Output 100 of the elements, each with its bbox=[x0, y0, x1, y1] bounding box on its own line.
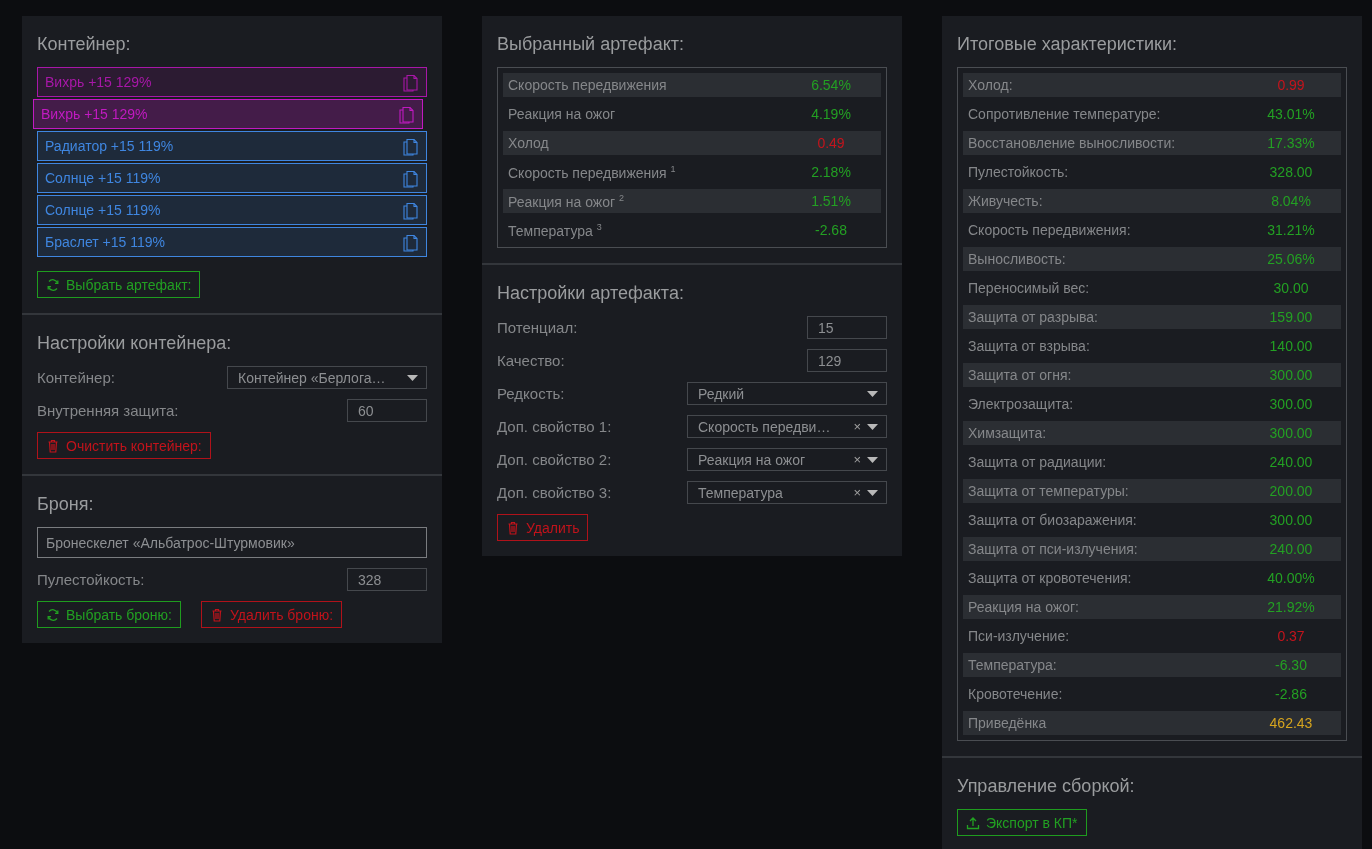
stat-label: Скорость передвижения: bbox=[968, 222, 1131, 238]
number-field[interactable]: 15 bbox=[807, 316, 887, 339]
dropdown[interactable]: Реакция на ожог × bbox=[687, 448, 887, 471]
clear-icon[interactable]: × bbox=[853, 485, 861, 500]
stat-value: 159.00 bbox=[1268, 309, 1314, 325]
stat-label: Защита от температуры: bbox=[968, 483, 1129, 499]
stat-label: Температура: bbox=[968, 657, 1057, 673]
clear-icon[interactable]: × bbox=[853, 452, 861, 467]
stat-label: Выносливость: bbox=[968, 251, 1066, 267]
trash-icon bbox=[210, 607, 224, 622]
field-label: Доп. свойство 2: bbox=[497, 451, 612, 468]
stat-label: Защита от взрыва: bbox=[968, 338, 1090, 354]
upload-icon bbox=[966, 815, 980, 830]
artifact-item[interactable]: Браслет +15 119% bbox=[37, 227, 427, 257]
stat-value: -2.68 bbox=[814, 222, 848, 238]
section-title: Выбранный артефакт: bbox=[497, 34, 685, 55]
stat-label: Приведёнка bbox=[968, 715, 1047, 731]
caret-icon bbox=[867, 390, 878, 397]
stat-label: Защита от разрыва: bbox=[968, 309, 1098, 325]
stat-value: 0.99 bbox=[1276, 77, 1306, 93]
artifact-item[interactable]: Солнце +15 119% bbox=[37, 195, 427, 225]
number-field[interactable]: 129 bbox=[807, 349, 887, 372]
caret-icon bbox=[407, 374, 418, 381]
delete-button[interactable]: Удалить bbox=[497, 514, 589, 541]
stat-value: 0.37 bbox=[1276, 628, 1306, 644]
clear-icon[interactable]: × bbox=[853, 419, 861, 434]
stat-value: 2.18% bbox=[810, 164, 852, 180]
field-label: Потенциал: bbox=[497, 319, 578, 336]
copy-icon[interactable] bbox=[402, 200, 420, 220]
artifact-item[interactable]: Радиатор +15 119% bbox=[37, 131, 427, 161]
stat-label: Реакция на ожог $^{2}$ bbox=[508, 192, 624, 210]
stat-label: Защита от кровотечения: bbox=[968, 570, 1132, 586]
copy-icon[interactable] bbox=[402, 72, 420, 92]
stat-value: 40.00% bbox=[1266, 570, 1316, 586]
copy-icon[interactable] bbox=[402, 136, 420, 156]
dropdown[interactable]: Температура × bbox=[687, 481, 887, 504]
artifact-item[interactable]: Солнце +15 119% bbox=[37, 163, 427, 193]
stat-label: Скорость передвижения $^{1}$ bbox=[508, 163, 676, 181]
trash-icon bbox=[46, 438, 60, 453]
stat-value: 21.92% bbox=[1266, 599, 1316, 615]
field-label: Доп. свойство 3: bbox=[497, 484, 612, 501]
stat-label: Пси-излучение: bbox=[968, 628, 1070, 644]
caret-icon bbox=[867, 489, 878, 496]
stat-value: 25.06% bbox=[1266, 251, 1316, 267]
delete-armor-button[interactable]: Удалить броню: bbox=[201, 601, 343, 628]
dropdown[interactable]: Контейнер «Берлога… bbox=[227, 366, 427, 389]
clear-container-button[interactable]: Очистить контейнер: bbox=[37, 432, 211, 459]
stat-value: 30.00 bbox=[1272, 280, 1310, 296]
stat-label: Сопротивление температуре: bbox=[968, 106, 1161, 122]
stat-value: 43.01% bbox=[1266, 106, 1316, 122]
stat-label: Защита от радиации: bbox=[968, 454, 1107, 470]
pick-artifact-button[interactable]: Выбрать артефакт: bbox=[37, 271, 201, 298]
copy-icon[interactable] bbox=[398, 104, 416, 124]
section-title: Управление сборкой: bbox=[957, 776, 1136, 797]
stat-value: 240.00 bbox=[1268, 454, 1314, 470]
stat-label: Защита от огня: bbox=[968, 367, 1072, 383]
field-label: Редкость: bbox=[497, 385, 565, 402]
stat-value: -6.30 bbox=[1274, 657, 1308, 673]
refresh-icon bbox=[46, 607, 60, 622]
pick-armor-button[interactable]: Выбрать броню: bbox=[37, 601, 181, 628]
stat-label: Электрозащита: bbox=[968, 396, 1074, 412]
dropdown[interactable]: Редкий bbox=[687, 382, 887, 405]
number-field[interactable]: 328 bbox=[347, 568, 427, 591]
stat-label: Пулестойкость: bbox=[968, 164, 1069, 180]
stat-value: 17.33% bbox=[1266, 135, 1316, 151]
caret-icon bbox=[867, 423, 878, 430]
field-label: Контейнер: bbox=[37, 369, 115, 386]
field-label: Качество: bbox=[497, 352, 565, 369]
trash-icon bbox=[506, 520, 520, 535]
field-label: Внутренняя защита: bbox=[37, 402, 179, 419]
stat-label: Восстановление выносливости: bbox=[968, 135, 1176, 151]
stat-label: Живучесть: bbox=[968, 193, 1043, 209]
stat-value: 31.21% bbox=[1266, 222, 1316, 238]
section-title: Настройки артефакта: bbox=[497, 283, 685, 304]
copy-icon[interactable] bbox=[402, 168, 420, 188]
refresh-icon bbox=[46, 277, 60, 292]
stat-label: Переносимый вес: bbox=[968, 280, 1090, 296]
number-field[interactable]: 60 bbox=[347, 399, 427, 422]
stat-value: 300.00 bbox=[1268, 425, 1314, 441]
stat-label: Холод bbox=[508, 135, 549, 151]
stat-value: 6.54% bbox=[810, 77, 852, 93]
stat-value: 0.49 bbox=[816, 135, 846, 151]
copy-icon[interactable] bbox=[402, 232, 420, 252]
dropdown[interactable]: Скорость передви… × bbox=[687, 415, 887, 438]
stat-value: 140.00 bbox=[1268, 338, 1314, 354]
stat-value: 328.00 bbox=[1268, 164, 1314, 180]
stat-label: Реакция на ожог: bbox=[968, 599, 1079, 615]
stat-label: Холод: bbox=[968, 77, 1013, 93]
export-button[interactable]: Экспорт в КП* bbox=[957, 809, 1087, 836]
armor-name-field[interactable]: Бронескелет «Альбатрос-Штурмовик» bbox=[37, 527, 427, 558]
section-title: Итоговые характеристики: bbox=[957, 34, 1178, 55]
stat-value: -2.86 bbox=[1274, 686, 1308, 702]
stat-value: 200.00 bbox=[1268, 483, 1314, 499]
section-title: Настройки контейнера: bbox=[37, 333, 233, 354]
stat-value: 300.00 bbox=[1268, 512, 1314, 528]
artifact-item[interactable]: Вихрь +15 129% bbox=[33, 99, 423, 129]
stat-label: Химзащита: bbox=[968, 425, 1047, 441]
stat-value: 300.00 bbox=[1268, 367, 1314, 383]
section-title: Контейнер: bbox=[37, 34, 132, 55]
stat-value: 8.04% bbox=[1270, 193, 1312, 209]
